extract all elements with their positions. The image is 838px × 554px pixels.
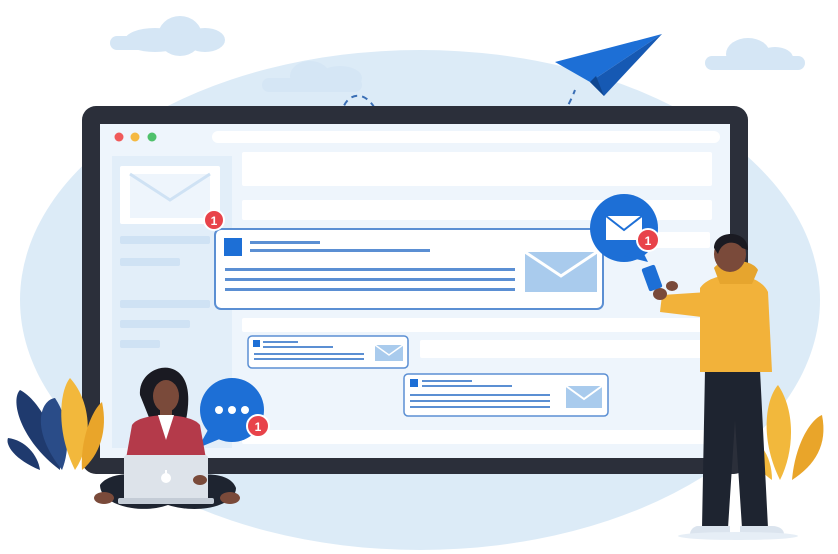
cloud-left [110, 16, 225, 56]
envelope-icon [565, 385, 603, 408]
window-close-dot [114, 132, 124, 142]
cloud-right [705, 38, 805, 70]
email-card-small-2 [403, 373, 609, 417]
email-marketing-illustration: 1 1 1 [7, 16, 824, 550]
envelope-icon [374, 344, 404, 361]
address-bar [212, 131, 720, 143]
window-maximize-dot [147, 132, 157, 142]
email-card-avatar [224, 238, 242, 256]
window-minimize-dot [130, 132, 140, 142]
email-card-main [214, 228, 604, 310]
envelope-icon [524, 250, 598, 292]
card-notification-badge: 1 [203, 209, 225, 231]
chat-bubble-icon [215, 406, 249, 414]
card-badge-count: 1 [211, 214, 218, 228]
chat-bubble-badge-count: 1 [255, 420, 262, 434]
envelope-icon [129, 172, 211, 218]
mail-bubble-badge-count: 1 [645, 234, 652, 248]
email-card-small-1 [247, 335, 409, 369]
ground-shadow [678, 532, 798, 540]
